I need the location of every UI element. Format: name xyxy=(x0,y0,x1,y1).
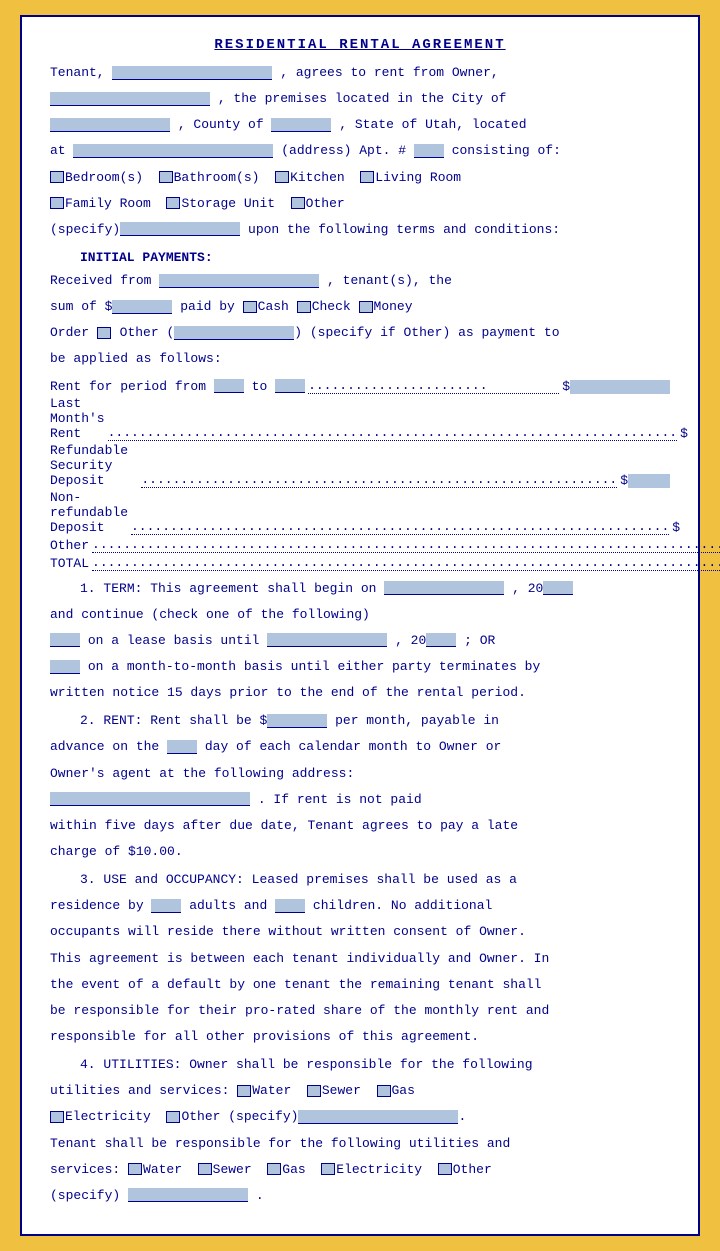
county-field[interactable] xyxy=(271,118,331,132)
rent-amount-field[interactable] xyxy=(570,380,670,394)
document-page: RESIDENTIAL RENTAL AGREEMENT Tenant, , a… xyxy=(20,15,700,1236)
other-room-checkbox[interactable] xyxy=(291,197,305,209)
intro-line3: , County of , State of Utah, located xyxy=(50,115,670,135)
begin-year-field[interactable] xyxy=(543,581,573,595)
kitchen-checkbox[interactable] xyxy=(275,171,289,183)
initial-payments-heading: INITIAL PAYMENTS: xyxy=(80,250,670,265)
bedroom-checkbox[interactable] xyxy=(50,171,64,183)
received-line2: sum of $ paid by Cash Check Money xyxy=(50,297,670,317)
gas-checkbox[interactable] xyxy=(377,1085,391,1097)
lease-checkbox-field[interactable] xyxy=(50,633,80,647)
familyroom-checkbox[interactable] xyxy=(50,197,64,209)
month-checkbox-field[interactable] xyxy=(50,660,80,674)
security-label: Refundable Security Deposit xyxy=(50,443,138,488)
children-field[interactable] xyxy=(275,899,305,913)
other-label: Other xyxy=(50,538,89,553)
use-section: 3. USE and OCCUPANCY: Leased premises sh… xyxy=(50,870,670,1047)
check-checkbox[interactable] xyxy=(297,301,311,313)
intro-paragraph: Tenant, , agrees to rent from Owner, xyxy=(50,63,670,83)
electricity-checkbox[interactable] xyxy=(50,1111,64,1123)
rent-period-row: Rent for period from to ................… xyxy=(50,378,670,394)
tenant-elec-checkbox[interactable] xyxy=(321,1163,335,1175)
payment-rows: Rent for period from to ................… xyxy=(50,378,670,571)
last-month-row: Last Month's Rent ......................… xyxy=(50,396,670,441)
money-checkbox[interactable] xyxy=(359,301,373,313)
other-util-field[interactable] xyxy=(298,1110,458,1124)
sewer-checkbox[interactable] xyxy=(307,1085,321,1097)
document-title: RESIDENTIAL RENTAL AGREEMENT xyxy=(50,37,670,53)
tenant-gas-checkbox[interactable] xyxy=(267,1163,281,1175)
tenant-label: Tenant, xyxy=(50,65,105,80)
rooms-line1: Bedroom(s) Bathroom(s) Kitchen Living Ro… xyxy=(50,168,670,188)
begin-date-field[interactable] xyxy=(384,581,504,595)
livingroom-checkbox[interactable] xyxy=(360,171,374,183)
lease-end-year[interactable] xyxy=(426,633,456,647)
rooms-line2: Family Room Storage Unit Other xyxy=(50,194,670,214)
nonrefundable-label: Non-refundable Deposit xyxy=(50,490,128,535)
other-specify-field[interactable] xyxy=(120,222,240,236)
rent-section: 2. RENT: Rent shall be $ per month, paya… xyxy=(50,711,670,862)
tenant-name-field[interactable] xyxy=(112,66,272,80)
tenant-water-checkbox[interactable] xyxy=(128,1163,142,1175)
applied-line: be applied as follows: xyxy=(50,349,670,369)
tenant-specify-field[interactable] xyxy=(128,1188,248,1202)
from-date-field[interactable] xyxy=(214,379,244,393)
rooms-specify: (specify) upon the following terms and c… xyxy=(50,220,670,240)
total-row: TOTAL ..................................… xyxy=(50,555,670,571)
intro-line4: at (address) Apt. # consisting of: xyxy=(50,141,670,161)
apt-field[interactable] xyxy=(414,144,444,158)
security-row: Refundable Security Deposit ............… xyxy=(50,443,670,488)
utilities-section: 4. UTILITIES: Owner shall be responsible… xyxy=(50,1055,670,1206)
total-label: TOTAL xyxy=(50,556,89,571)
lease-end-field[interactable] xyxy=(267,633,387,647)
storage-checkbox[interactable] xyxy=(166,197,180,209)
nonrefundable-row: Non-refundable Deposit .................… xyxy=(50,490,670,535)
tenant-other-checkbox[interactable] xyxy=(438,1163,452,1175)
bathroom-checkbox[interactable] xyxy=(159,171,173,183)
sum-field[interactable] xyxy=(112,300,172,314)
other-pay-checkbox[interactable] xyxy=(97,327,111,339)
last-month-label: Last Month's Rent xyxy=(50,396,105,441)
term-section: 1. TERM: This agreement shall begin on ,… xyxy=(50,579,670,704)
rent-period-label: Rent for period from to xyxy=(50,379,305,394)
tenant-sewer-checkbox[interactable] xyxy=(198,1163,212,1175)
other-util-checkbox[interactable] xyxy=(166,1111,180,1123)
received-from-field[interactable] xyxy=(159,274,319,288)
to-date-field[interactable] xyxy=(275,379,305,393)
received-line1: Received from , tenant(s), the xyxy=(50,271,670,291)
other-row: Other ..................................… xyxy=(50,537,670,553)
city-field[interactable] xyxy=(50,118,170,132)
water-checkbox[interactable] xyxy=(237,1085,251,1097)
rent-day-field[interactable] xyxy=(167,740,197,754)
rent-amount-input[interactable] xyxy=(267,714,327,728)
security-field[interactable] xyxy=(628,474,670,488)
intro-line2: , the premises located in the City of xyxy=(50,89,670,109)
other-pay-field[interactable] xyxy=(174,326,294,340)
cash-checkbox[interactable] xyxy=(243,301,257,313)
address-field[interactable] xyxy=(73,144,273,158)
adults-field[interactable] xyxy=(151,899,181,913)
owner-address-field[interactable] xyxy=(50,792,250,806)
received-line3: Order Other () (specify if Other) as pay… xyxy=(50,323,670,343)
owner-name-field[interactable] xyxy=(50,92,210,106)
